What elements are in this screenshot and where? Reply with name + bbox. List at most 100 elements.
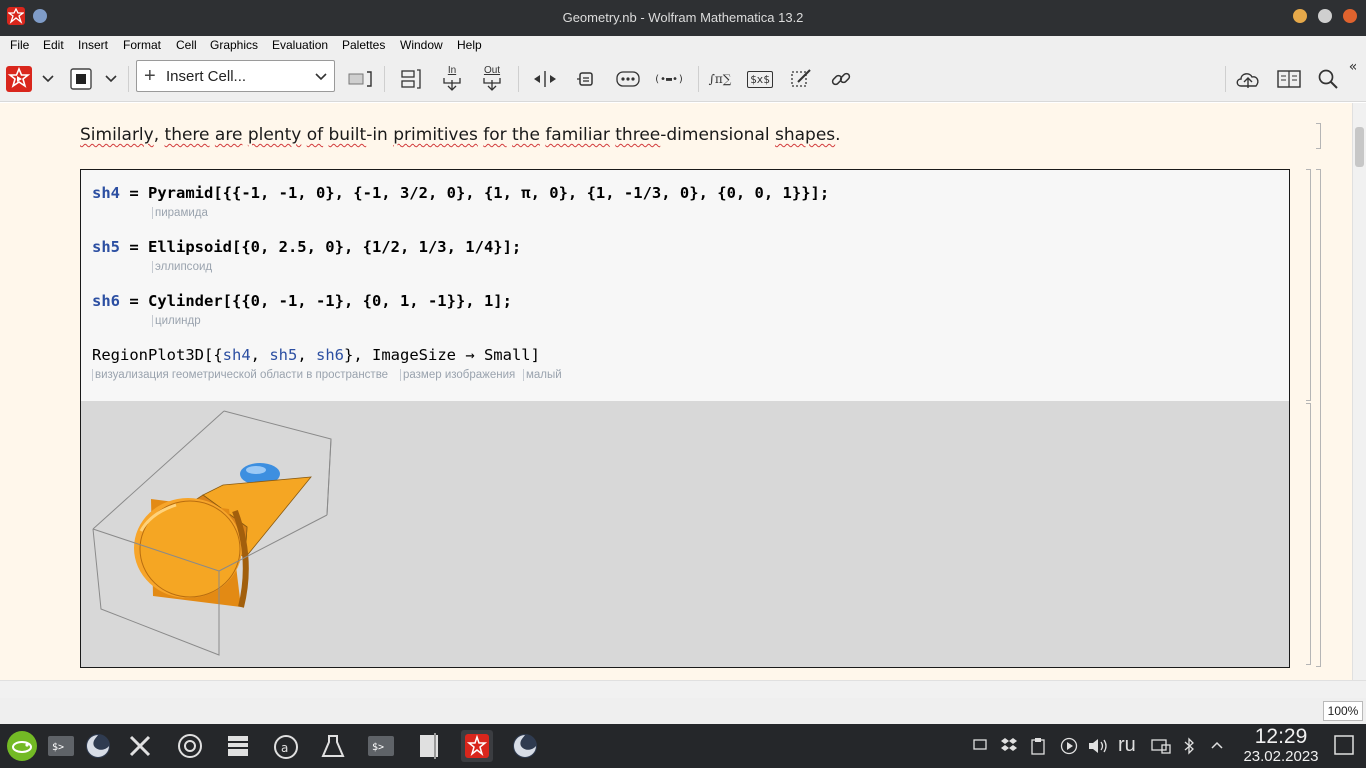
cell-group-icon[interactable]: (•▬•) — [650, 64, 688, 94]
group-cells-icon[interactable] — [396, 64, 426, 94]
code-line-sh6[interactable]: sh6 = Cylinder[{{0, -1, -1}, {0, 1, -1}}… — [92, 292, 512, 310]
insert-cell-dropdown[interactable]: + Insert Cell... — [136, 60, 335, 92]
insert-output-button[interactable]: Out — [476, 64, 508, 94]
output-cell[interactable] — [81, 401, 1289, 667]
terminal-icon[interactable]: $> — [45, 730, 77, 762]
bluetooth-icon[interactable] — [1183, 737, 1195, 760]
horizontal-scrollbar[interactable] — [0, 680, 1366, 698]
menu-palettes[interactable]: Palettes — [342, 38, 385, 52]
menu-edit[interactable]: Edit — [43, 38, 64, 52]
variable-sh4: sh4 — [92, 184, 120, 202]
terminal-2-icon[interactable]: $> — [365, 730, 397, 762]
menu-help[interactable]: Help — [457, 38, 482, 52]
hint-imagesize: размер изображения — [400, 369, 515, 381]
output-cell-bracket[interactable] — [1306, 403, 1311, 665]
abort-options-chevron-icon[interactable] — [101, 64, 121, 94]
cloud-upload-icon[interactable] — [1232, 64, 1264, 94]
close-button[interactable] — [1343, 9, 1357, 23]
code-line-sh5[interactable]: sh5 = Ellipsoid[{0, 2.5, 0}, {1/2, 1/3, … — [92, 238, 521, 256]
notebook-area[interactable]: Similarly, there are plenty of built-in … — [0, 103, 1352, 680]
arg-sh6: sh6 — [316, 346, 344, 364]
hint-regionplot: визуализация геометрической области в пр… — [92, 369, 388, 381]
taskbar: $> a $> ru — [0, 724, 1366, 768]
abort-button[interactable] — [66, 64, 96, 94]
search-icon[interactable] — [1313, 64, 1343, 94]
network-icon[interactable] — [1150, 737, 1172, 760]
clock[interactable]: 12:29 23.02.2023 — [1236, 726, 1326, 766]
system-settings-icon[interactable] — [124, 730, 156, 762]
regionplot3d-graphic[interactable] — [81, 401, 351, 667]
clipboard-icon[interactable] — [1030, 737, 1046, 760]
input-cell-bracket[interactable] — [1306, 169, 1311, 401]
vertical-scrollbar[interactable] — [1352, 103, 1366, 680]
menu-file[interactable]: File — [10, 38, 29, 52]
menu-evaluation[interactable]: Evaluation — [272, 38, 328, 52]
hint-cylinder: цилиндр — [152, 315, 201, 327]
menu-format[interactable]: Format — [123, 38, 161, 52]
code-line-sh4[interactable]: sh4 = Pyramid[{{-1, -1, 0}, {-1, 3/2, 0}… — [92, 184, 829, 202]
svg-text:$>: $> — [52, 742, 64, 753]
menu-bar: File Edit Insert Format Cell Graphics Ev… — [0, 36, 1366, 56]
opensuse-menu-icon[interactable] — [6, 730, 38, 762]
misspelled-word: there — [164, 125, 210, 145]
menu-graphics[interactable]: Graphics — [210, 38, 258, 52]
maximize-button[interactable] — [1318, 9, 1332, 23]
keyboard-layout-indicator[interactable]: ru — [1118, 734, 1136, 757]
screenshot-tool-icon[interactable] — [174, 730, 206, 762]
collapse-toolbar-icon[interactable]: « — [1345, 58, 1361, 76]
text-fragment: . — [835, 125, 841, 145]
minimize-button[interactable] — [1293, 9, 1307, 23]
window-title: Geometry.nb - Wolfram Mathematica 13.2 — [562, 10, 804, 25]
evaluate-button[interactable] — [4, 64, 34, 94]
documentation-icon[interactable] — [1273, 64, 1305, 94]
firefox-icon[interactable] — [82, 730, 114, 762]
menu-window[interactable]: Window — [400, 38, 443, 52]
misspelled-word: for — [483, 125, 507, 145]
audio-app-icon[interactable]: a — [270, 730, 302, 762]
toolbar-separator — [518, 66, 519, 92]
insert-cell-label: Insert Cell... — [166, 68, 247, 85]
scroll-thumb[interactable] — [1355, 127, 1364, 167]
code-sh6-definition: = Cylinder[{{0, -1, -1}, {0, 1, -1}}, 1]… — [120, 292, 512, 310]
media-player-icon[interactable] — [1060, 737, 1078, 760]
misspelled-word: built — [328, 125, 367, 145]
code-comma-2: , — [297, 346, 316, 364]
menu-cell[interactable]: Cell — [176, 38, 197, 52]
tex-label: $x$ — [747, 70, 773, 88]
menu-insert[interactable]: Insert — [78, 38, 108, 52]
math-palette-icon[interactable]: ∫π∑ — [704, 64, 736, 94]
toolbar-separator — [1225, 66, 1226, 92]
notifications-icon[interactable] — [972, 737, 988, 758]
code-sh5-definition: = Ellipsoid[{0, 2.5, 0}, {1/2, 1/3, 1/4}… — [120, 238, 522, 256]
system-tray-expand-icon[interactable] — [1209, 737, 1225, 758]
clock-date: 23.02.2023 — [1243, 748, 1319, 765]
archive-manager-icon[interactable] — [222, 730, 254, 762]
evaluate-options-chevron-icon[interactable] — [38, 64, 58, 94]
chevron-down-icon — [314, 69, 328, 86]
cell-bracket-icon[interactable] — [344, 64, 376, 94]
dropbox-icon[interactable] — [1000, 737, 1018, 758]
lab-app-icon[interactable] — [317, 730, 349, 762]
text-editor-icon[interactable] — [413, 730, 445, 762]
text-cell-bracket[interactable] — [1316, 123, 1321, 149]
text-cell[interactable]: Similarly, there are plenty of built-in … — [80, 125, 841, 145]
tex-input-icon[interactable]: $x$ — [744, 64, 776, 94]
show-desktop-icon[interactable] — [1333, 734, 1355, 761]
group-cell-bracket[interactable] — [1316, 169, 1321, 667]
firefox-2-icon[interactable] — [509, 730, 541, 762]
divide-cell-icon[interactable] — [530, 64, 560, 94]
hint-small: малый — [523, 369, 562, 381]
merge-cells-icon[interactable] — [572, 64, 600, 94]
code-line-regionplot[interactable]: RegionPlot3D[{sh4, sh5, sh6}, ImageSize … — [92, 346, 540, 364]
drawing-tools-icon[interactable] — [786, 64, 816, 94]
zoom-selector[interactable]: 100% — [1323, 701, 1363, 721]
svg-text:$>: $> — [372, 742, 384, 753]
out-label: Out — [483, 65, 501, 76]
volume-icon[interactable] — [1087, 737, 1109, 760]
arg-sh4: sh4 — [222, 346, 251, 364]
input-cell[interactable]: sh4 = Pyramid[{{-1, -1, 0}, {-1, 3/2, 0}… — [80, 169, 1290, 668]
insert-input-button[interactable]: In — [436, 64, 468, 94]
more-options-icon[interactable] — [612, 64, 644, 94]
mathematica-task-icon[interactable] — [461, 730, 493, 762]
hyperlink-icon[interactable] — [826, 64, 856, 94]
